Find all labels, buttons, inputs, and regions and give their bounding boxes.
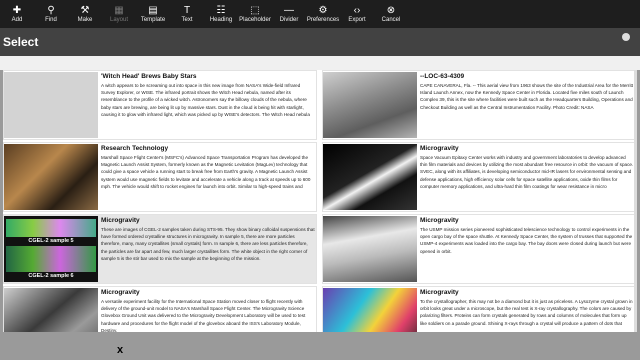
thumbnail [323,72,417,138]
search-icon: ⚲ [47,4,55,16]
page-title: Select [3,35,39,49]
list-item[interactable]: CGEL-2 sample 5 CGEL-2 sample 6 Microgra… [3,214,317,284]
divider-icon: ― [284,4,294,16]
sample-label: CGEL-2 sample 6 [28,273,74,279]
layout-button[interactable]: ▦ Layout [102,0,136,28]
thumbnail [4,72,98,138]
heading-icon: ☷ [216,4,226,16]
export-button[interactable]: ‹› Export [340,0,374,28]
item-title: Microgravity [420,217,459,224]
header-strip [0,56,640,70]
layout-icon: ▦ [114,4,124,16]
gear-icon: ⚙ [318,4,328,16]
thumbnail [4,144,98,210]
sample-label: CGEL-2 sample 5 [28,238,74,244]
text-button[interactable]: T Text [170,0,204,28]
thumbnail [323,144,417,210]
item-title: --LOC-63-4309 [420,73,465,80]
header-bar: Select [0,28,640,56]
list-item[interactable]: --LOC-63-4309 CAPE CANAVERAL, Fla. -- Th… [322,70,636,140]
preferences-button[interactable]: ⚙ Preferences [306,0,340,28]
item-title: Microgravity [420,145,459,152]
list-item[interactable]: Microgravity To the crystallographer, th… [322,286,636,332]
code-icon: ‹› [353,4,361,16]
text-icon: T [183,4,191,16]
item-title: 'Witch Head' Brews Baby Stars [101,73,197,80]
item-description: Marshall Space Flight Center's (MSFC's) … [101,155,311,189]
item-description: To the crystallographer, this may not be… [420,299,633,326]
main-toolbar: ✚ Add ⚲ Find ⚒ Make ▦ Layout ▤ Template T Text… [0,0,640,28]
list-item[interactable]: Microgravity Space Vacuum Epitaxy Center… [322,142,636,212]
sample-image [6,246,96,272]
toggle-dot[interactable] [622,33,630,41]
find-button[interactable]: ⚲ Find [34,0,68,28]
thumbnail: CGEL-2 sample 5 CGEL-2 sample 6 [4,216,98,282]
plus-icon: ✚ [12,4,22,16]
list-item[interactable]: 'Witch Head' Brews Baby Stars A witch ap… [3,70,317,140]
placeholder-button[interactable]: ⬚ Placeholder [238,0,272,28]
item-description: A versatile experiment facility for the … [101,299,306,332]
placeholder-icon: ⬚ [250,4,260,16]
item-title: Research Technology [101,145,169,152]
list-item[interactable]: Microgravity The USMP mission series pio… [322,214,636,284]
template-icon: ▤ [148,4,158,16]
bottom-bar [0,332,640,360]
item-title: Microgravity [101,217,140,224]
item-description: The USMP mission series pioneered sophis… [420,227,633,254]
item-description: CAPE CANAVERAL, Fla. -- This aerial view… [420,83,634,110]
item-description: These are images of CGEL-2 samples taken… [101,227,315,261]
list-item[interactable]: Research Technology Marshall Space Fligh… [3,142,317,212]
cancel-icon: ⊗ [386,4,396,16]
item-title: Microgravity [420,289,459,296]
results-list: 'Witch Head' Brews Baby Stars A witch ap… [3,70,637,332]
thumbnail [4,288,98,332]
thumbnail [323,288,417,332]
item-title: Microgravity [101,289,140,296]
close-icon[interactable]: x [117,344,123,356]
divider-button[interactable]: ― Divider [272,0,306,28]
cancel-button[interactable]: ⊗ Cancel [374,0,408,28]
add-button[interactable]: ✚ Add [0,0,34,28]
list-item[interactable]: Microgravity A versatile experiment faci… [3,286,317,332]
item-description: A witch appears to be screaming out into… [101,83,310,117]
scrollbar[interactable] [634,70,637,332]
item-description: Space Vacuum Epitaxy Center works with i… [420,155,634,189]
template-button[interactable]: ▤ Template [136,0,170,28]
heading-button[interactable]: ☷ Heading [204,0,238,28]
hammer-icon: ⚒ [80,4,90,16]
sample-image [6,219,96,237]
make-button[interactable]: ⚒ Make [68,0,102,28]
thumbnail [323,216,417,282]
